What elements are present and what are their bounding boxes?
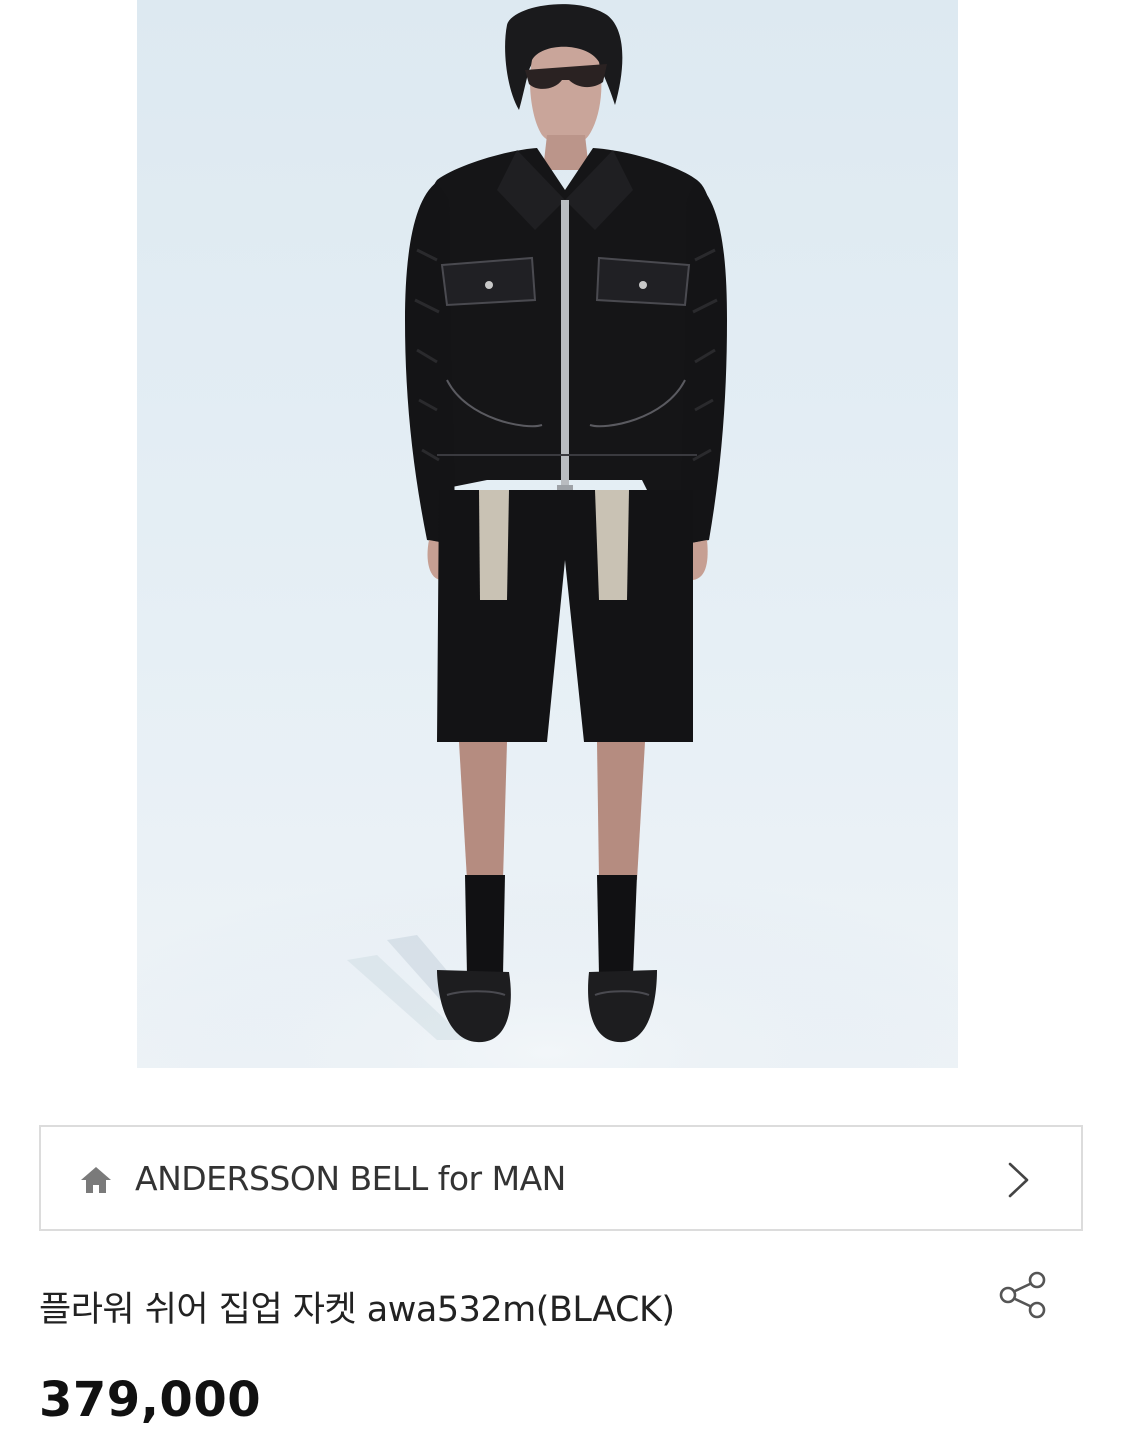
- home-icon: [81, 1167, 111, 1193]
- share-icon[interactable]: [996, 1268, 1050, 1322]
- brand-name: ANDERSSON BELL for MAN: [135, 1159, 566, 1198]
- chevron-right-icon: [1008, 1162, 1029, 1198]
- product-price: 379,000: [39, 1372, 262, 1428]
- product-title: 플라워 쉬어 집업 자켓 awa532m(BLACK): [39, 1290, 675, 1330]
- brand-link[interactable]: ANDERSSON BELL for MAN: [39, 1125, 1083, 1231]
- product-photo[interactable]: [137, 0, 958, 1068]
- product-detail-page: ANDERSSON BELL for MAN 플라워 쉬어 집업 자켓 awa5…: [0, 0, 1125, 1455]
